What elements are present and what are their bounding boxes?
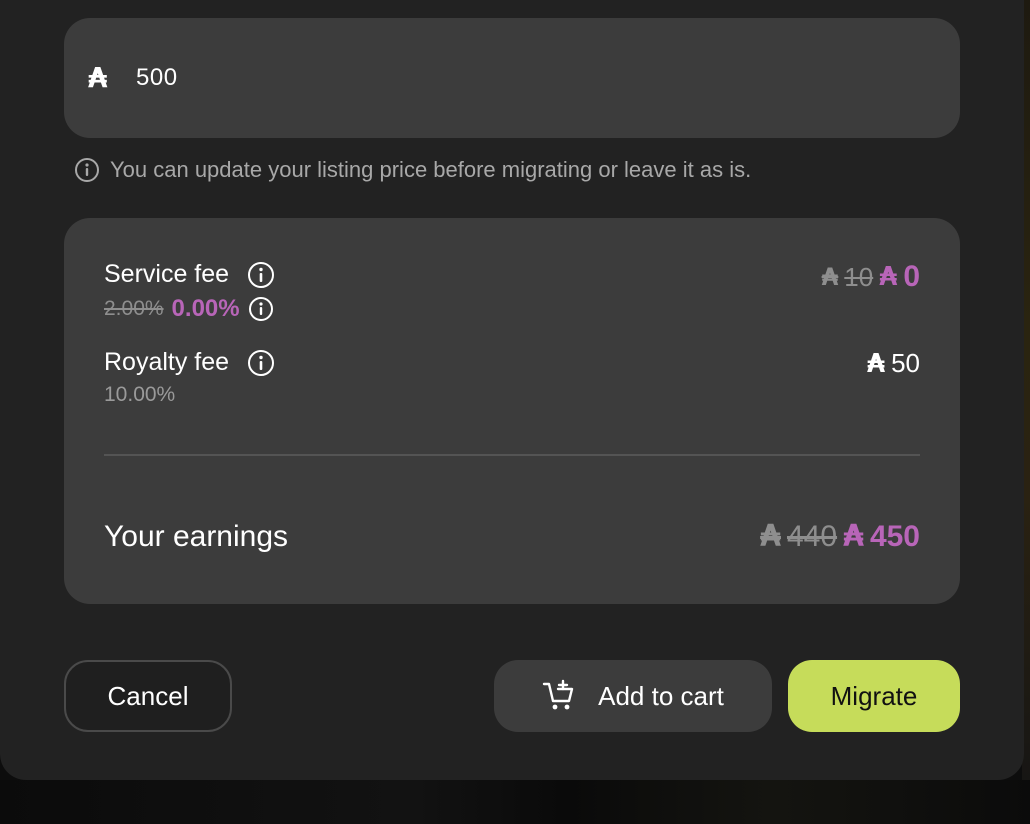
royalty-fee-info-icon[interactable] (247, 349, 275, 377)
service-fee-label: Service fee (104, 260, 230, 288)
earnings-amount: ₳ 440 ₳ 450 (760, 520, 920, 554)
cancel-button-label: Cancel (107, 680, 189, 711)
migrate-listing-modal: ₳ 500 You can update your listing price … (0, 0, 1024, 780)
service-fee-rate-info-icon[interactable] (248, 296, 274, 322)
fees-summary-card: Service fee 2.00% 0.00% ₳ 10 ₳ 0 Royalty… (64, 218, 960, 604)
service-fee-old-amount: 10 (844, 261, 874, 292)
cart-plus-icon (542, 679, 576, 713)
service-fee-amount: ₳ 10 ₳ 0 (822, 260, 920, 294)
royalty-fee-value: 50 (891, 348, 920, 378)
migrate-button-label: Migrate (830, 680, 918, 711)
listing-price-input[interactable]: ₳ 500 (64, 18, 960, 138)
service-fee-info-icon[interactable] (247, 261, 275, 289)
add-to-cart-label: Add to cart (598, 680, 724, 711)
add-to-cart-button[interactable]: Add to cart (494, 660, 772, 732)
earnings-label: Your earnings (104, 520, 289, 553)
royalty-fee-label: Royalty fee (104, 348, 230, 376)
service-fee-old-rate: 2.00% (104, 297, 164, 320)
backdrop-bottom (0, 780, 1030, 824)
ada-currency-icon: ₳ (88, 61, 108, 94)
royalty-fee-amount: ₳ 50 (867, 348, 920, 379)
earnings-old-amount: 440 (787, 520, 838, 553)
ada-currency-icon: ₳ (760, 519, 781, 554)
ada-currency-icon: ₳ (866, 348, 886, 379)
price-hint-text: You can update your listing price before… (110, 157, 752, 182)
ada-currency-icon: ₳ (843, 519, 864, 554)
ada-currency-icon: ₳ (879, 262, 898, 292)
cancel-button[interactable]: Cancel (64, 660, 232, 732)
info-icon (74, 157, 100, 183)
earnings-new-amount: 450 (869, 520, 920, 553)
royalty-fee-row: Royalty fee 10.00% ₳ 50 (104, 348, 920, 407)
listing-price-value[interactable]: 500 (136, 64, 178, 92)
service-fee-new-amount: 0 (903, 260, 920, 293)
service-fee-row: Service fee 2.00% 0.00% ₳ 10 ₳ 0 (104, 260, 920, 323)
service-fee-new-rate: 0.00% (171, 295, 240, 322)
price-hint: You can update your listing price before… (74, 156, 751, 184)
ada-currency-icon: ₳ (821, 263, 839, 291)
migrate-button[interactable]: Migrate (788, 660, 960, 732)
divider (104, 454, 920, 456)
royalty-fee-rate: 10.00% (104, 383, 176, 406)
